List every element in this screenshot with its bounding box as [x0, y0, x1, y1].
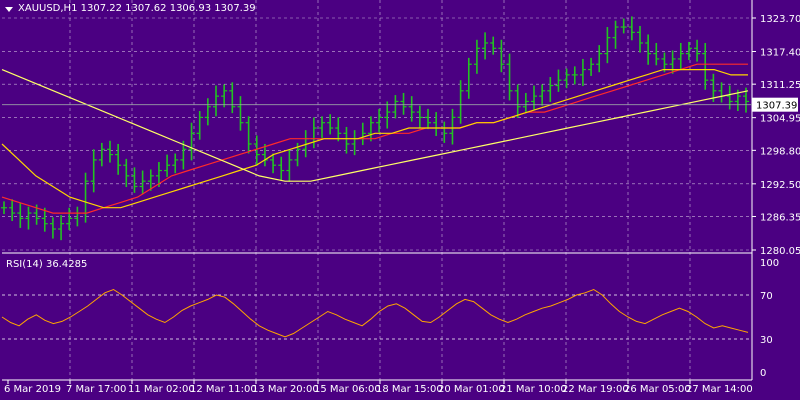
- time-tick-label: 11 Mar 02:00: [128, 384, 195, 395]
- time-tick-label: 12 Mar 11:00: [190, 384, 257, 395]
- rsi-level-label: 70: [760, 291, 773, 302]
- price-axis: 1323.70 1317.40 1311.25 1304.95 1298.80 1292.…: [752, 14, 800, 257]
- price-tick-label: 1323.70: [760, 14, 800, 25]
- price-tick-label: 1311.25: [760, 80, 800, 91]
- rsi-level-label: 30: [760, 335, 773, 346]
- time-tick-label: 6 Mar 2019: [4, 384, 61, 395]
- time-axis: 6 Mar 2019 7 Mar 17:00 11 Mar 02:0012 Mar …: [4, 380, 753, 395]
- symbol-label: XAUUSD,H1: [18, 3, 78, 14]
- rsi-line: [1, 288, 749, 338]
- time-tick-label: 15 Mar 06:00: [314, 384, 381, 395]
- time-tick-label: 22 Mar 19:00: [562, 384, 629, 395]
- time-tick-label: 27 Mar 14:00: [686, 384, 753, 395]
- time-tick-label: 20 Mar 01:00: [438, 384, 505, 395]
- price-tick-label: 1292.50: [760, 180, 800, 191]
- time-tick-label: 26 Mar 05:00: [624, 384, 691, 395]
- rsi-title: RSI(14) 36.4285: [6, 259, 88, 270]
- time-tick-label: 13 Mar 20:00: [252, 384, 319, 395]
- price-tick-label: 1298.80: [760, 146, 800, 157]
- ohlc-readout: 1307.22 1307.62 1306.93 1307.39: [80, 3, 256, 14]
- price-bars: [1, 16, 749, 241]
- collapse-triangle-icon[interactable]: [5, 7, 13, 12]
- time-tick-label: 21 Mar 10:00: [500, 384, 567, 395]
- time-tick-label: 18 Mar 15:00: [376, 384, 443, 395]
- chart-header: XAUUSD,H1 1307.22 1307.62 1306.93 1307.3…: [18, 3, 256, 14]
- price-tick-label: 1317.40: [760, 47, 800, 58]
- moving-average-lines: 1307.39: [1, 63, 798, 214]
- rsi-level-label: 0: [760, 368, 766, 379]
- grid-lines: [2, 0, 753, 381]
- price-tick-label: 1304.95: [760, 114, 800, 125]
- ma-yellow-line: [1, 69, 749, 182]
- price-tick-label: 1286.35: [760, 213, 800, 224]
- rsi-level-label: 100: [760, 258, 779, 269]
- rsi-panel: 100 70 30 0: [1, 258, 779, 379]
- time-tick-label: 7 Mar 17:00: [66, 384, 126, 395]
- chart-canvas: 1323.70 1317.40 1311.25 1304.95 1298.80 1292.…: [1, 0, 800, 395]
- current-price-label: 1307.39: [756, 101, 797, 112]
- ma-red-line: [1, 63, 748, 214]
- price-tick-label: 1280.05: [760, 246, 800, 257]
